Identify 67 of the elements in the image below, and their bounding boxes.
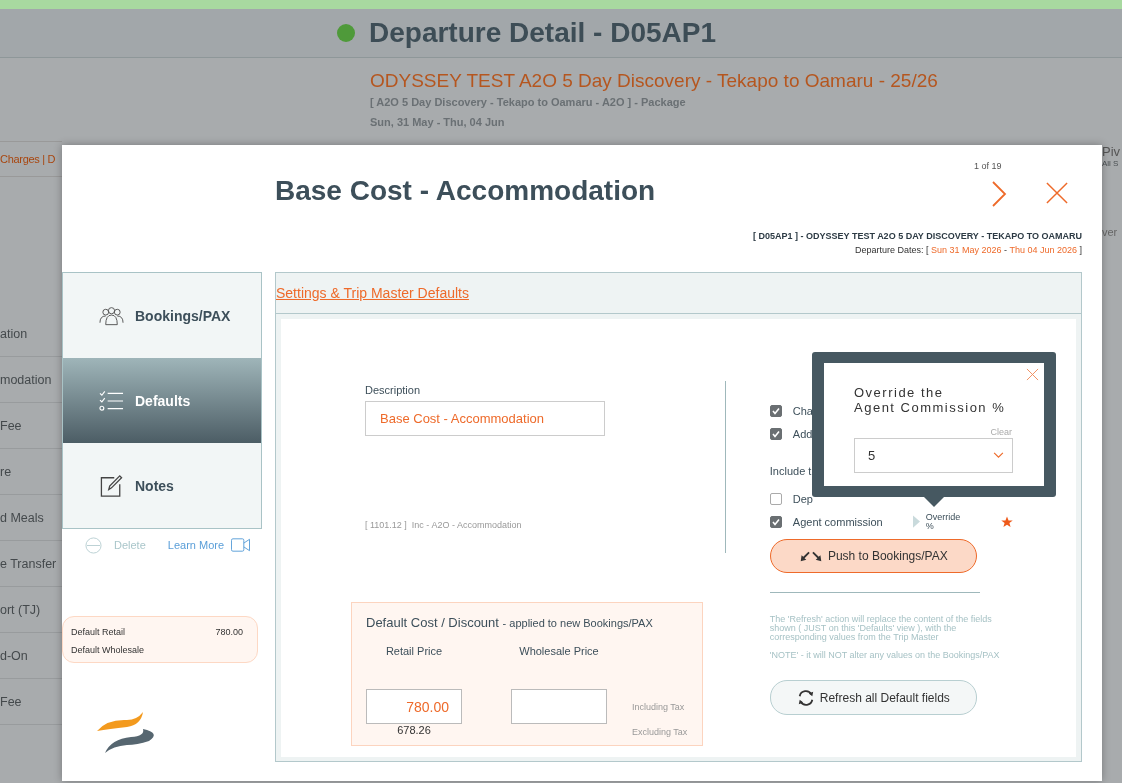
option-label: Cha [792,404,813,417]
side-tab[interactable]: Defaults [63,358,261,443]
star-icon [1000,515,1013,528]
pivot-subtitle: All S [1102,159,1120,168]
refresh-note: 'NOTE' - it will NOT alter any values on the Bookings/PAX [769,651,1001,660]
refresh-button[interactable]: Refresh all Default fields [769,680,977,715]
side-tab[interactable]: Notes [63,443,261,528]
list-row[interactable]: ation [0,311,62,357]
caret-icon [993,452,1004,459]
excluding-tax-label: Excluding Tax [631,726,688,739]
retail-price-field[interactable]: 780.00 [366,689,462,724]
diagonal-arrows-icon [798,550,823,562]
checkbox[interactable] [769,404,782,417]
trip-dates: Sun, 31 May - Thu, 04 Jun [370,116,506,128]
triangle-icon [912,515,920,528]
including-tax-label: Including Tax [631,700,686,714]
commission-select[interactable]: 5 [854,438,1013,473]
next-icon[interactable] [991,180,1007,208]
include-label: Include t [769,465,813,479]
edit-icon [99,474,124,497]
pivot-title: Piv [1102,144,1122,159]
list-row[interactable]: modation [0,357,62,403]
option-label: Add [792,427,813,440]
option-label: Agent commission [792,515,884,528]
column-header: ver [1102,226,1119,238]
checkbox[interactable] [769,515,782,528]
trip-name: ODYSSEY TEST A2O 5 Day Discovery - Tekapo to Oamaru - 25/26 [370,70,939,92]
record-counter: 1 of 19 [974,161,1002,171]
summary-label: Default Wholesale [71,645,145,655]
departure-dates: Departure Dates: [ Sun 31 May 2026 - Thu 04 Jun 2026 ] [854,245,1082,255]
checklist-icon [99,389,124,412]
list-row[interactable]: re [0,449,62,495]
description-label: Description [365,384,422,396]
wholesale-price-field[interactable] [511,689,607,724]
video-camera-icon[interactable] [231,538,251,552]
side-tab[interactable]: Bookings/PAX [63,273,261,358]
refresh-icon [796,688,815,707]
refresh-note: The 'Refresh' action will replace the content of the fields shown ( JUST on this 'Defaults' view ), with the corresponding values from the Trip Master [769,615,993,642]
trip-line: [ D05AP1 ] - ODYSSEY TEST A2O 5 DAY DISCOVERY - TEKAPO TO OAMARU [753,231,1082,241]
clear-link[interactable]: Clear [854,427,1012,437]
settings-link[interactable]: Settings & Trip Master Defaults [276,285,469,301]
push-button[interactable]: Push to Bookings/PAX [769,539,977,573]
popover-title: Override the [854,385,945,400]
learn-more-link[interactable]: Learn More [167,539,225,551]
checkbox[interactable] [769,427,782,440]
override-link[interactable]: Override % [925,512,970,531]
status-dot [337,24,355,42]
page-title: Departure Detail - D05AP1 [369,17,716,49]
cost-title: Default Cost / Discount - applied to new Bookings/PAX [366,615,654,630]
close-icon[interactable] [1026,368,1039,381]
wholesale-label: Wholesale Price [518,645,600,659]
summary-value: 780.00 [215,627,243,637]
ex-tax-value: 678.26 [396,724,432,738]
account-code: [ 1101.12 ] Inc - A2O - Accommodation [365,520,523,530]
summary-label: Default Retail [71,627,126,637]
people-icon [99,304,124,327]
tab-links[interactable]: Charges | D [0,153,56,165]
checkbox[interactable] [769,492,782,505]
option-label: Dep [792,492,814,505]
modal-title: Base Cost - Accommodation [275,175,656,207]
trip-package: [ A2O 5 Day Discovery - Tekapo to Oamaru - A2O ] - Package [370,96,687,108]
minus-circle-icon[interactable] [85,536,102,554]
popover-title: Agent Commission % [854,400,1007,415]
list-row[interactable]: Fee [0,403,62,449]
description-field[interactable]: Base Cost - Accommodation [365,401,605,436]
retail-label: Retail Price [384,645,444,659]
close-icon[interactable] [1046,182,1068,204]
